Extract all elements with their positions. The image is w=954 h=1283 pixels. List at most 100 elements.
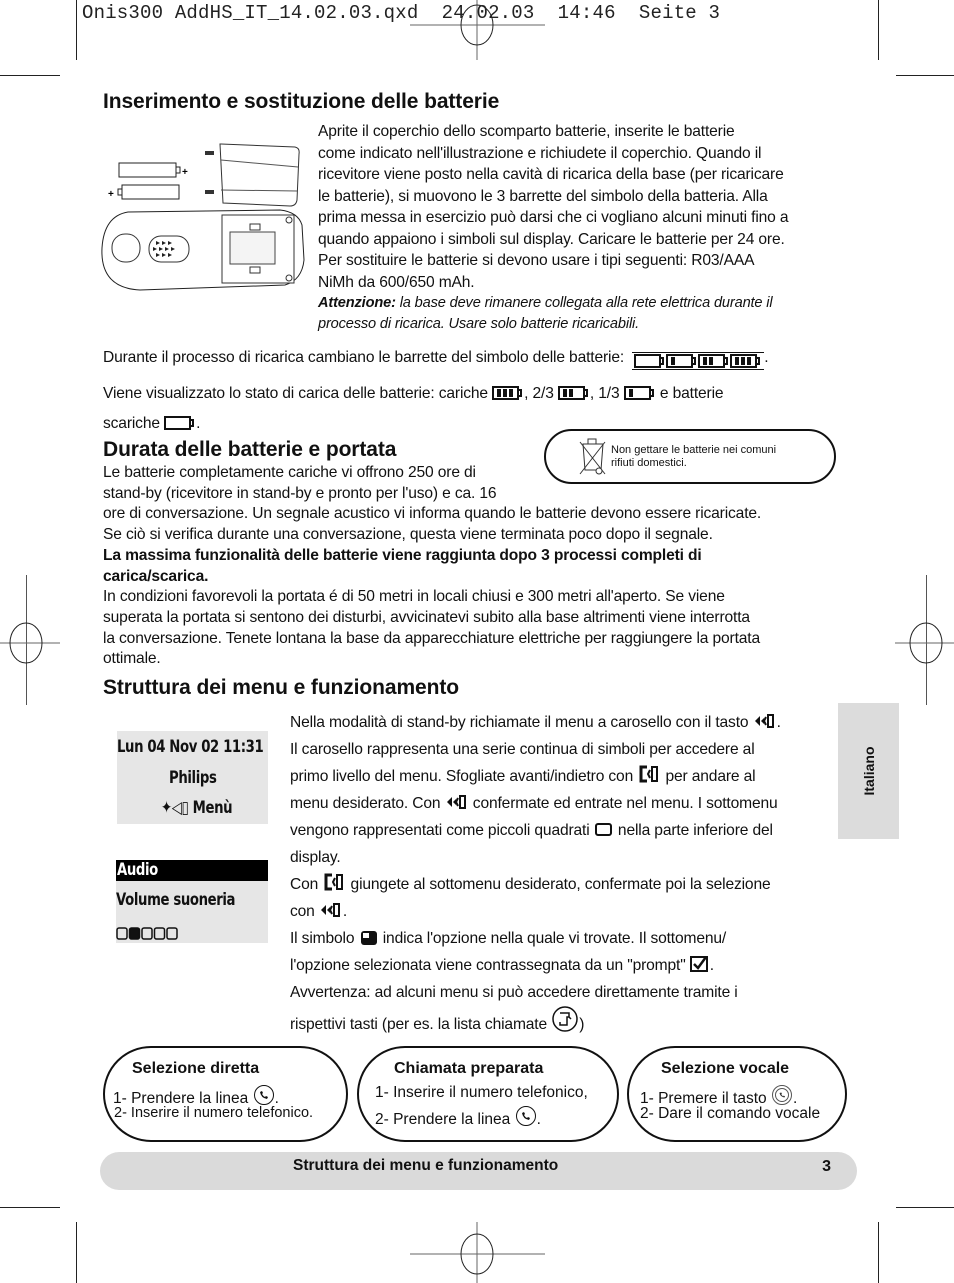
- text-line: Con giungete al sottomenu desiderato, co…: [290, 871, 781, 898]
- text: vengono rappresentati come piccoli quadr…: [290, 822, 590, 839]
- text: .: [709, 957, 714, 974]
- crop-mark: [0, 1207, 60, 1208]
- text-line: In condizioni favorevoli la portata é di…: [103, 588, 725, 606]
- text: Viene visualizzato lo stato di carica de…: [103, 385, 488, 402]
- volume-level-box: [116, 927, 128, 940]
- battery-empty-icon: [634, 354, 665, 368]
- text-line: Il carosello rappresenta una serie conti…: [290, 736, 781, 763]
- text-line: NiMh da 600/650 mAh.: [318, 273, 475, 291]
- page-footer: Struttura dei menu e funzionamento 3: [100, 1152, 857, 1190]
- section-heading: Durata delle batterie e portata: [103, 438, 397, 461]
- menu-instructions: Nella modalità di stand-by richiamate il…: [290, 709, 781, 1038]
- pill-step: 2- Dare il comando vocale: [640, 1105, 821, 1122]
- battery-full-icon: [730, 354, 761, 368]
- text-line: ore di conversazione. Un segnale acustic…: [103, 505, 762, 523]
- section-heading: Inserimento e sostituzione delle batteri…: [103, 90, 500, 113]
- volume-level-indicator: [116, 927, 178, 940]
- text: 2- Prendere la linea: [375, 1111, 511, 1128]
- lcd-audio-display: Audio Volume suoneria: [116, 860, 268, 943]
- text: rispettivi tasti (per es. la lista chiam…: [290, 1016, 548, 1033]
- text: nella parte inferiore del: [613, 822, 773, 839]
- text: primo livello del menu. Sfogliate avanti…: [290, 768, 634, 785]
- text-line: carica/scarica.: [103, 567, 209, 585]
- battery-duration-text: Le batterie completamente cariche vi off…: [103, 463, 761, 670]
- text-line: l'opzione selezionata viene contrassegna…: [290, 952, 781, 979]
- battery-full-icon: [492, 386, 523, 400]
- lcd-standby-display: Lun 04 Nov 02 11:31 Philips ✦◁▯ Menù: [117, 731, 268, 824]
- text-line: Se ciò si verifica durante una conversaz…: [103, 526, 713, 544]
- text: .: [196, 415, 201, 432]
- attention-text: processo di ricarica. Usare solo batteri…: [318, 316, 640, 332]
- text: Nella modalità di stand-by richiamate il…: [290, 714, 749, 731]
- text-line: quando appaiono i simboli sul display. C…: [318, 230, 785, 248]
- text: .: [776, 714, 781, 731]
- pill-step: 2- Inserire il numero telefonico.: [114, 1105, 314, 1121]
- text: .: [342, 903, 348, 920]
- submenu-square-icon: [594, 823, 612, 836]
- voice-dial-key-icon: [771, 1085, 792, 1105]
- print-slug: Onis300 AddHS_IT_14.02.03.qxd 24.02.03 1…: [82, 2, 721, 24]
- text: .: [764, 349, 769, 366]
- text: indica l'opzione nella quale vi trovate.…: [378, 930, 727, 947]
- quick-guide-direct-dial: Selezione diretta 1- Prendere la linea .…: [103, 1046, 348, 1142]
- text-line: display.: [290, 844, 781, 871]
- menu-key-icon: ✦◁▯: [161, 798, 189, 818]
- battery-status-line: Viene visualizzato lo stato di carica de…: [103, 383, 724, 405]
- language-tab: Italiano: [838, 703, 899, 839]
- text-line: Per sostituire le batterie si devono usa…: [318, 252, 755, 269]
- text-line: superata la portata si sentono dei distu…: [103, 608, 750, 626]
- text-line: Le batterie completamente cariche vi off…: [103, 464, 476, 481]
- text-line: menu desiderato. Con confermate ed entra…: [290, 790, 781, 817]
- lcd-brand: Philips: [169, 768, 217, 788]
- svg-text:+: +: [182, 167, 188, 178]
- text: confermate ed entrate nel menu. I sottom…: [468, 795, 778, 812]
- text-line: Avvertenza: ad alcuni menu si può accede…: [290, 979, 781, 1006]
- registration-mark-icon: [895, 622, 954, 664]
- text: scariche: [103, 415, 160, 432]
- quick-guide-predial: Chiamata preparata 1- Inserire il numero…: [357, 1046, 619, 1142]
- text-line: con .: [290, 898, 781, 925]
- text: display.: [290, 849, 341, 866]
- text-line: rispettivi tasti (per es. la lista chiam…: [290, 1006, 781, 1038]
- footer-title: Struttura dei menu e funzionamento: [293, 1157, 559, 1174]
- crop-mark: [0, 75, 60, 76]
- volume-level-box: [166, 927, 178, 940]
- text: Il carosello rappresenta una serie conti…: [290, 741, 755, 758]
- svg-text:+: +: [108, 189, 114, 200]
- text-line: Il simbolo indica l'opzione nella quale …: [290, 925, 781, 952]
- text-line: le batterie), si muovono le 3 barrette d…: [318, 187, 768, 205]
- battery-insertion-illustration: + +: [101, 143, 305, 291]
- text-line: la conversazione. Tenete lontana la base…: [103, 629, 761, 647]
- phone-handset-icon: [253, 1085, 274, 1105]
- lcd-menu-item: Volume suoneria: [116, 890, 236, 910]
- battery-one-bar-icon: [666, 354, 697, 368]
- text: Menù: [192, 798, 233, 818]
- lcd-date-time: Lun 04 Nov 02 11:31: [117, 737, 264, 757]
- battery-one-bar-icon: [623, 386, 654, 400]
- text: Durante il processo di ricarica cambiano…: [103, 349, 625, 366]
- text-line: ricevitore viene posto nella cavità di r…: [318, 166, 784, 183]
- current-option-icon: [360, 931, 377, 945]
- battery-charging-animation-icon: [632, 352, 765, 370]
- attention-note: Attenzione: la base deve rimanere colleg…: [318, 293, 788, 314]
- call-list-key-icon: [552, 1006, 578, 1032]
- text: Avvertenza: ad alcuni menu si può accede…: [290, 984, 738, 1001]
- text-line: Non gettare le batterie nei comuni: [611, 444, 777, 456]
- text: , 1/3: [589, 385, 620, 402]
- text: Il simbolo: [290, 930, 355, 947]
- battery-status-line: scariche .: [103, 413, 200, 435]
- lcd-menu-hint: ✦◁▯ Menù: [161, 798, 233, 818]
- attention-text: la base deve rimanere collegata alla ret…: [395, 295, 773, 311]
- text-line: stand-by (ricevitore in stand-by e pront…: [103, 484, 497, 502]
- crop-mark: [878, 0, 879, 60]
- pill-title: Selezione vocale: [661, 1060, 790, 1077]
- pill-step: 1- Inserire il numero telefonico,: [375, 1084, 588, 1101]
- text-line: primo livello del menu. Sfogliate avanti…: [290, 763, 781, 790]
- text: menu desiderato. Con: [290, 795, 441, 812]
- volume-level-box: [128, 927, 141, 940]
- registration-mark-icon: [410, 0, 545, 60]
- text-line: La massima funzionalità delle batterie v…: [103, 546, 702, 564]
- crop-mark: [76, 1222, 77, 1283]
- text-line: prima messa in esercizio può darsi che c…: [318, 209, 789, 226]
- pill-step: 2- Prendere la linea .: [375, 1105, 541, 1129]
